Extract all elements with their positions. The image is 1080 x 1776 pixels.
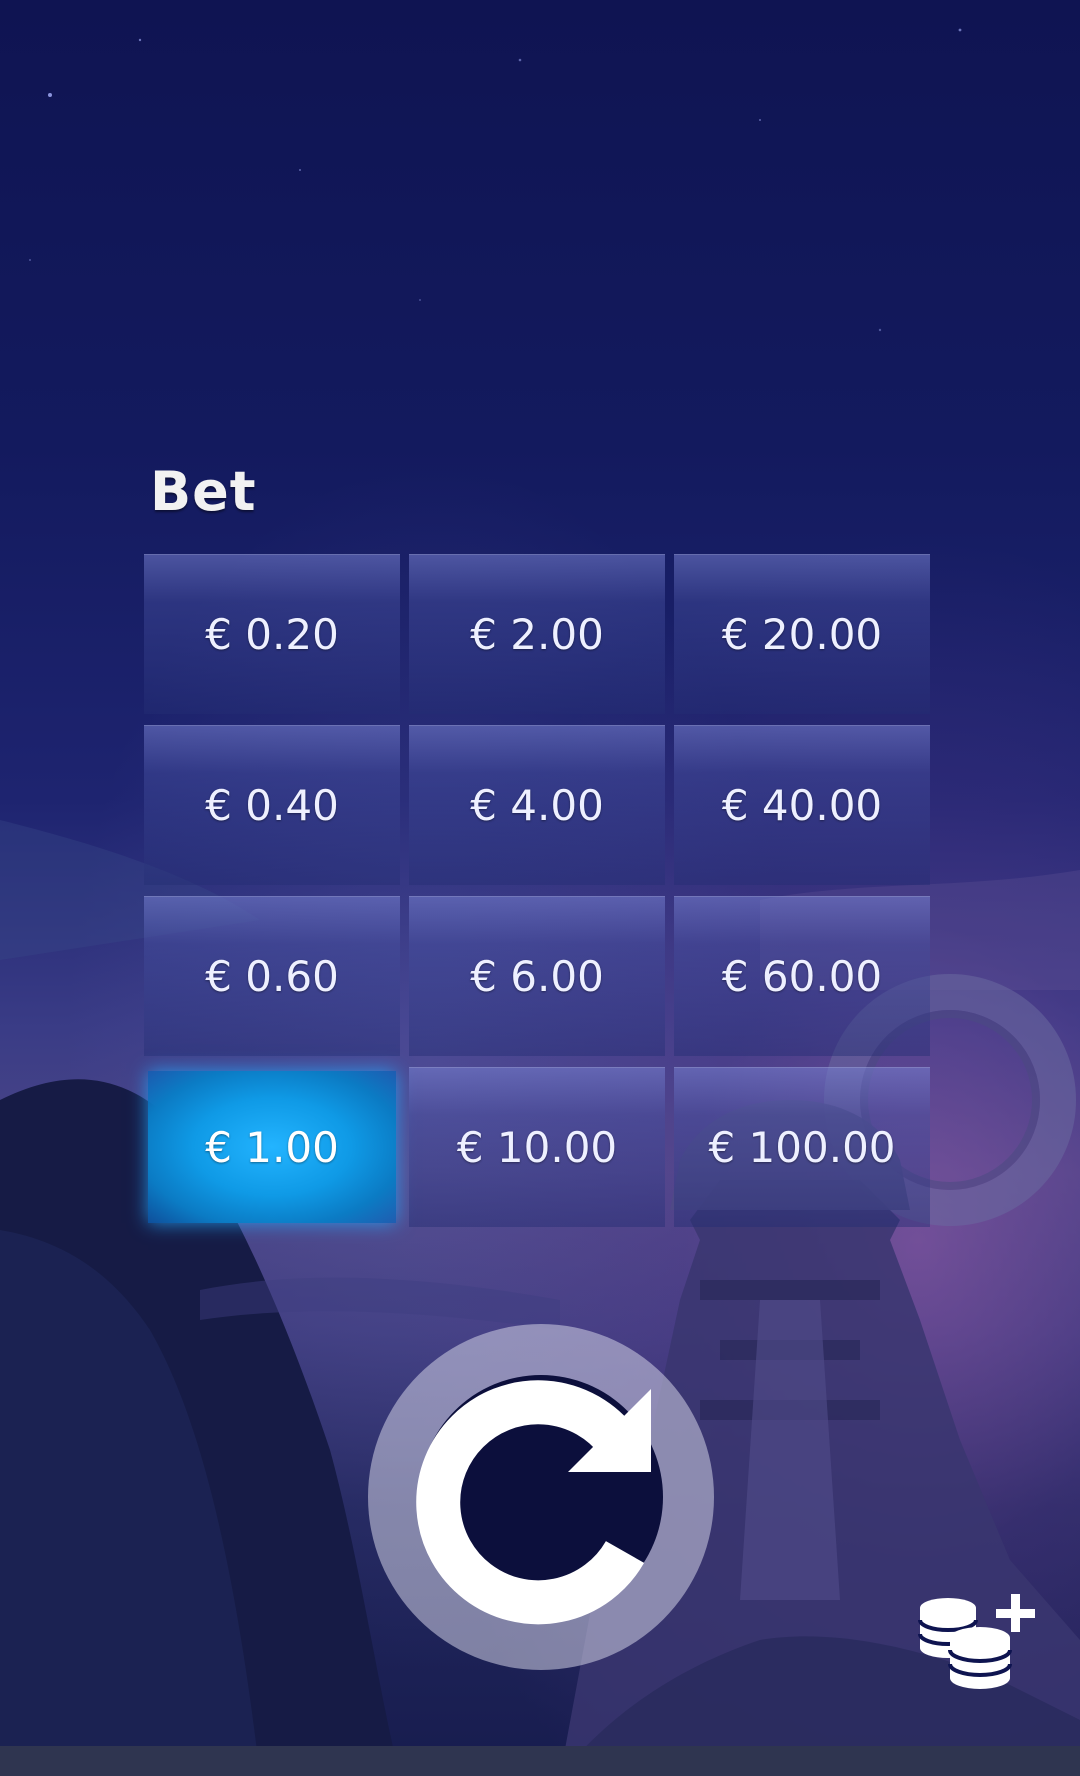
coins-plus-icon	[918, 1594, 1035, 1689]
bet-options-grid: € 0.20 € 2.00 € 20.00 € 0.40 € 4.00 € 40…	[144, 554, 930, 1227]
bet-option-6-00[interactable]: € 6.00	[409, 896, 665, 1056]
bet-option-0-40[interactable]: € 0.40	[144, 725, 400, 885]
bet-option-40-00[interactable]: € 40.00	[674, 725, 930, 885]
bet-option-0-60[interactable]: € 0.60	[144, 896, 400, 1056]
bet-option-20-00[interactable]: € 20.00	[674, 554, 930, 714]
bet-option-4-00[interactable]: € 4.00	[409, 725, 665, 885]
bet-option-2-00[interactable]: € 2.00	[409, 554, 665, 714]
bet-option-1-00-selected[interactable]: € 1.00	[148, 1071, 396, 1223]
bet-heading: Bet	[150, 460, 257, 523]
bet-option-10-00[interactable]: € 10.00	[409, 1067, 665, 1227]
bottom-bar	[0, 1746, 1080, 1776]
refresh-icon	[368, 1324, 714, 1670]
bet-option-60-00[interactable]: € 60.00	[674, 896, 930, 1056]
game-screen: Bet € 0.20 € 2.00 € 20.00 € 0.40 € 4.00 …	[0, 0, 1080, 1776]
spin-button[interactable]	[368, 1324, 714, 1670]
bet-option-0-20[interactable]: € 0.20	[144, 554, 400, 714]
add-coins-button[interactable]	[916, 1592, 1038, 1692]
bet-option-100-00[interactable]: € 100.00	[674, 1067, 930, 1227]
